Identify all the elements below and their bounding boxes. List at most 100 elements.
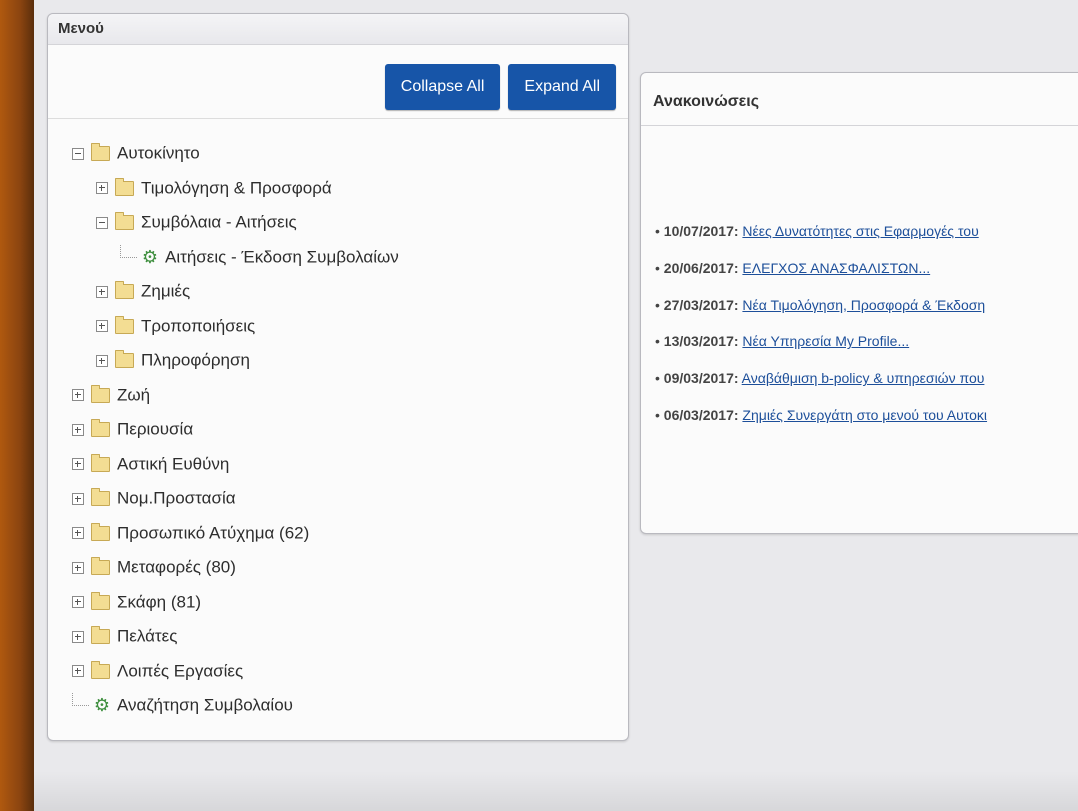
announcement-item: • 06/03/2017: Ζημιές Συνεργάτη στο μενού…	[655, 397, 1078, 434]
announcement-link[interactable]: Νέες Δυνατότητες στις Εφαρμογές του	[742, 223, 978, 239]
bullet: •	[655, 370, 664, 387]
tree-node-label[interactable]: Τιμολόγηση & Προσφορά	[141, 178, 332, 197]
announcement-date: 09/03/2017:	[663, 370, 739, 387]
announcement-date: 10/07/2017:	[663, 223, 739, 239]
expand-icon[interactable]	[96, 182, 108, 195]
monitor-bezel	[0, 0, 34, 811]
expand-icon[interactable]	[72, 458, 84, 471]
tree-node[interactable]: Πληροφόρηση	[72, 343, 612, 378]
tree-node[interactable]: Ζημιές	[72, 274, 612, 309]
expand-icon[interactable]	[72, 423, 84, 436]
folder-icon	[91, 453, 110, 472]
bullet: •	[655, 296, 664, 313]
tree-node-label[interactable]: Συμβόλαια - Αιτήσεις	[141, 212, 297, 231]
announcement-link[interactable]: Ζημιές Συνεργάτη στο μενού του Αυτοκι	[742, 407, 987, 423]
tree-node[interactable]: Αστική Ευθύνη	[72, 447, 612, 482]
folder-icon	[91, 660, 110, 679]
menu-panel: Μενού Collapse All Expand All Αυτοκίνητο…	[47, 13, 629, 741]
announcement-date: 20/06/2017:	[663, 259, 739, 276]
tree-node-label[interactable]: Αστική Ευθύνη	[117, 454, 229, 473]
tree-node[interactable]: Πελάτες	[72, 619, 612, 654]
tree-node-label[interactable]: Σκάφη (81)	[117, 592, 201, 611]
folder-icon	[91, 488, 110, 507]
tree-node[interactable]: ⚙ Αιτήσεις - Έκδοση Συμβολαίων	[72, 240, 612, 275]
tree-node-label[interactable]: Λοιπές Εργασίες	[117, 661, 243, 680]
folder-icon	[91, 419, 110, 438]
expand-icon[interactable]	[72, 527, 84, 540]
announcement-date: 27/03/2017:	[663, 296, 739, 313]
tree-node-label[interactable]: Αιτήσεις - Έκδοση Συμβολαίων	[165, 247, 399, 266]
announcements-title: Ανακοινώσεις	[641, 73, 1078, 126]
tree-node[interactable]: Νομ.Προστασία	[72, 481, 612, 516]
expand-icon[interactable]	[96, 320, 108, 333]
announcement-item: • 27/03/2017: Νέα Τιμολόγηση, Προσφορά &…	[655, 287, 1078, 324]
tree-node[interactable]: ⚙ Αναζήτηση Συμβολαίου	[72, 688, 612, 723]
announcement-item: • 13/03/2017: Νέα Υπηρεσία My Profile...	[655, 323, 1078, 360]
tree-node[interactable]: Συμβόλαια - Αιτήσεις	[72, 205, 612, 240]
announcement-link[interactable]: Αναβάθμιση b-policy & υπηρεσιών που	[742, 370, 985, 386]
announcement-date: 06/03/2017:	[663, 406, 739, 423]
tree-toolbar: Collapse All Expand All	[384, 64, 616, 110]
folder-icon	[91, 557, 110, 576]
expand-icon[interactable]	[96, 285, 108, 298]
tree-connector	[120, 244, 137, 258]
tree-node[interactable]: Αυτοκίνητο	[72, 136, 612, 171]
expand-icon[interactable]	[72, 389, 84, 402]
folder-icon	[115, 281, 134, 300]
folder-icon	[115, 315, 134, 334]
expand-icon[interactable]	[72, 596, 84, 609]
tree-node[interactable]: Τροποποιήσεις	[72, 309, 612, 344]
folder-icon	[91, 522, 110, 541]
menu-title: Μενού	[48, 14, 628, 45]
bullet: •	[655, 333, 664, 350]
announcements-list: • 10/07/2017: Νέες Δυνατότητες στις Εφαρ…	[655, 213, 1078, 434]
expand-all-button[interactable]: Expand All	[508, 64, 616, 110]
folder-icon	[91, 626, 110, 645]
collapse-icon[interactable]	[72, 147, 84, 160]
expand-icon[interactable]	[96, 354, 108, 367]
tree-node[interactable]: Μεταφορές (80)	[72, 550, 612, 585]
folder-icon	[91, 591, 110, 610]
expand-icon[interactable]	[72, 665, 84, 678]
tree-node[interactable]: Τιμολόγηση & Προσφορά	[72, 171, 612, 206]
bullet: •	[655, 406, 664, 423]
collapse-all-button[interactable]: Collapse All	[384, 64, 501, 110]
expand-icon[interactable]	[72, 561, 84, 574]
announcement-item: • 10/07/2017: Νέες Δυνατότητες στις Εφαρ…	[655, 213, 1078, 250]
tree-node-label[interactable]: Προσωπικό Ατύχημα (62)	[117, 523, 309, 542]
announcement-link[interactable]: Νέα Υπηρεσία My Profile...	[742, 333, 909, 349]
tree-node[interactable]: Προσωπικό Ατύχημα (62)	[72, 516, 612, 551]
tree-node[interactable]: Λοιπές Εργασίες	[72, 654, 612, 689]
gear-icon: ⚙	[141, 246, 159, 267]
tree-node-label[interactable]: Νομ.Προστασία	[117, 488, 236, 507]
announcement-link[interactable]: Νέα Τιμολόγηση, Προσφορά & Έκδοση	[742, 297, 985, 313]
tree-node-label[interactable]: Ζημιές	[141, 281, 190, 300]
tree-node[interactable]: Ζωή	[72, 378, 612, 413]
tree-node-label[interactable]: Περιουσία	[117, 419, 193, 438]
tree-node-label[interactable]: Πελάτες	[117, 626, 177, 645]
tree-node-label[interactable]: Ζωή	[117, 385, 150, 404]
folder-icon	[115, 177, 134, 196]
tree-node-label[interactable]: Πληροφόρηση	[141, 350, 250, 369]
collapse-icon[interactable]	[96, 216, 108, 229]
tree-node-label[interactable]: Αυτοκίνητο	[117, 143, 200, 162]
tree-node-label[interactable]: Αναζήτηση Συμβολαίου	[117, 695, 293, 714]
announcement-link[interactable]: ΕΛΕΓΧΟΣ ΑΝΑΣΦΑΛΙΣΤΩΝ...	[742, 260, 930, 276]
folder-icon	[91, 143, 110, 162]
tree-node[interactable]: Σκάφη (81)	[72, 585, 612, 620]
expand-icon[interactable]	[72, 492, 84, 505]
folder-icon	[115, 350, 134, 369]
announcement-item: • 20/06/2017: ΕΛΕΓΧΟΣ ΑΝΑΣΦΑΛΙΣΤΩΝ...	[655, 250, 1078, 287]
expand-icon[interactable]	[72, 630, 84, 643]
toolbar-divider	[48, 118, 628, 119]
folder-icon	[115, 212, 134, 231]
screen-shadow	[34, 771, 1078, 811]
announcements-panel: Ανακοινώσεις • 10/07/2017: Νέες Δυνατότη…	[640, 72, 1078, 534]
bullet: •	[655, 259, 664, 276]
tree-node-label[interactable]: Μεταφορές (80)	[117, 557, 236, 576]
tree-connector	[72, 693, 89, 707]
tree-node[interactable]: Περιουσία	[72, 412, 612, 447]
folder-icon	[91, 384, 110, 403]
announcement-date: 13/03/2017:	[663, 333, 739, 350]
tree-node-label[interactable]: Τροποποιήσεις	[141, 316, 255, 335]
